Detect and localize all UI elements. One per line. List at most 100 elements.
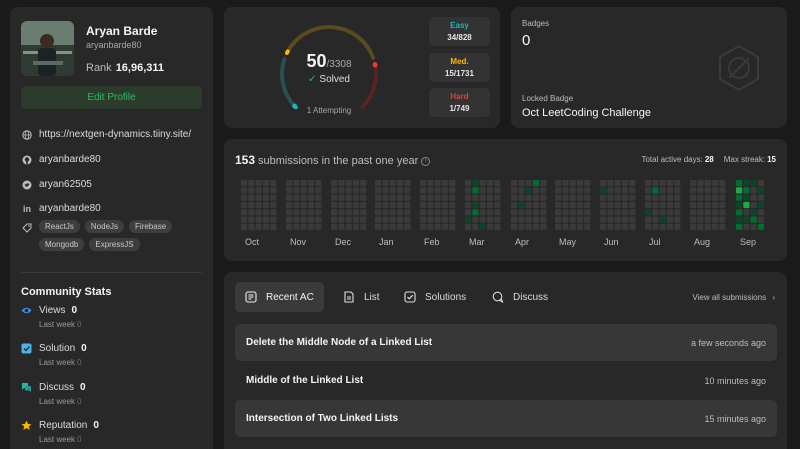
skill-chip[interactable]: ExpressJS bbox=[89, 238, 140, 251]
heatmap-cell[interactable] bbox=[262, 194, 270, 201]
heatmap-cell[interactable] bbox=[659, 201, 666, 209]
heatmap-cell[interactable] bbox=[576, 216, 584, 223]
heatmap-cell[interactable] bbox=[750, 216, 757, 223]
tab-solutions[interactable]: Solutions bbox=[394, 282, 476, 312]
heatmap-cell[interactable] bbox=[555, 187, 562, 194]
heatmap-cell[interactable] bbox=[420, 180, 427, 187]
heatmap-cell[interactable] bbox=[607, 194, 614, 201]
heatmap-cell[interactable] bbox=[255, 180, 262, 187]
heatmap-cell[interactable] bbox=[569, 216, 576, 223]
heatmap-cell[interactable] bbox=[427, 201, 434, 209]
heatmap-cell[interactable] bbox=[621, 194, 629, 201]
heatmap-cell[interactable] bbox=[652, 216, 659, 223]
heatmap-cell[interactable] bbox=[674, 194, 681, 201]
heatmap-cell[interactable] bbox=[711, 201, 719, 209]
heatmap-cell[interactable] bbox=[479, 216, 486, 223]
heatmap-cell[interactable] bbox=[532, 194, 540, 201]
heatmap-cell[interactable] bbox=[352, 209, 360, 216]
heatmap-cell[interactable] bbox=[494, 187, 501, 194]
heatmap-cell[interactable] bbox=[645, 209, 652, 216]
heatmap-cell[interactable] bbox=[666, 194, 674, 201]
heatmap-cell[interactable] bbox=[518, 194, 525, 201]
heatmap-cell[interactable] bbox=[345, 194, 352, 201]
heatmap-cell[interactable] bbox=[750, 223, 757, 230]
heatmap-cell[interactable] bbox=[434, 223, 441, 230]
heatmap-cell[interactable] bbox=[555, 216, 562, 223]
heatmap-cell[interactable] bbox=[600, 216, 607, 223]
heatmap-cell[interactable] bbox=[331, 187, 338, 194]
heatmap-cell[interactable] bbox=[719, 201, 726, 209]
heatmap-cell[interactable] bbox=[315, 201, 322, 209]
heatmap-cell[interactable] bbox=[711, 216, 719, 223]
heatmap-cell[interactable] bbox=[270, 187, 277, 194]
heatmap-cell[interactable] bbox=[576, 187, 584, 194]
heatmap-cell[interactable] bbox=[382, 201, 389, 209]
heatmap-cell[interactable] bbox=[757, 216, 765, 223]
heatmap-cell[interactable] bbox=[293, 209, 300, 216]
heatmap-cell[interactable] bbox=[389, 216, 396, 223]
heatmap-cell[interactable] bbox=[241, 223, 248, 230]
heatmap-cell[interactable] bbox=[645, 223, 652, 230]
heatmap-cell[interactable] bbox=[697, 187, 704, 194]
heatmap-cell[interactable] bbox=[375, 209, 382, 216]
heatmap-cell[interactable] bbox=[711, 194, 719, 201]
heatmap-cell[interactable] bbox=[307, 216, 315, 223]
heatmap-cell[interactable] bbox=[555, 201, 562, 209]
heatmap-cell[interactable] bbox=[614, 180, 621, 187]
heatmap-cell[interactable] bbox=[382, 187, 389, 194]
heatmap-cell[interactable] bbox=[262, 201, 270, 209]
heatmap-cell[interactable] bbox=[352, 216, 360, 223]
heatmap-cell[interactable] bbox=[434, 194, 441, 201]
heatmap-cell[interactable] bbox=[307, 209, 315, 216]
heatmap-cell[interactable] bbox=[494, 223, 501, 230]
heatmap-cell[interactable] bbox=[511, 187, 518, 194]
heatmap-cell[interactable] bbox=[382, 209, 389, 216]
heatmap-cell[interactable] bbox=[300, 194, 307, 201]
heatmap-cell[interactable] bbox=[360, 187, 367, 194]
heatmap-cell[interactable] bbox=[736, 216, 743, 223]
heatmap-cell[interactable] bbox=[555, 223, 562, 230]
heatmap-cell[interactable] bbox=[750, 187, 757, 194]
twitter-link[interactable]: aryan62505 bbox=[22, 179, 92, 190]
heatmap-cell[interactable] bbox=[248, 216, 255, 223]
heatmap-cell[interactable] bbox=[494, 209, 501, 216]
heatmap-cell[interactable] bbox=[479, 223, 486, 230]
heatmap-cell[interactable] bbox=[562, 216, 569, 223]
heatmap-cell[interactable] bbox=[449, 209, 456, 216]
heatmap-cell[interactable] bbox=[614, 223, 621, 230]
heatmap-cell[interactable] bbox=[375, 216, 382, 223]
heatmap-cell[interactable] bbox=[241, 201, 248, 209]
heatmap-cell[interactable] bbox=[562, 187, 569, 194]
heatmap-cell[interactable] bbox=[486, 216, 494, 223]
heatmap-cell[interactable] bbox=[352, 187, 360, 194]
heatmap-cell[interactable] bbox=[562, 194, 569, 201]
heatmap-cell[interactable] bbox=[307, 194, 315, 201]
heatmap-cell[interactable] bbox=[584, 209, 591, 216]
heatmap-cell[interactable] bbox=[375, 201, 382, 209]
heatmap-cell[interactable] bbox=[621, 223, 629, 230]
tab-list[interactable]: List bbox=[333, 282, 390, 312]
heatmap-cell[interactable] bbox=[532, 201, 540, 209]
heatmap-cell[interactable] bbox=[427, 180, 434, 187]
heatmap-cell[interactable] bbox=[600, 209, 607, 216]
heatmap-cell[interactable] bbox=[525, 216, 532, 223]
heatmap-cell[interactable] bbox=[331, 216, 338, 223]
heatmap-cell[interactable] bbox=[525, 180, 532, 187]
heatmap-cell[interactable] bbox=[465, 180, 472, 187]
heatmap-cell[interactable] bbox=[270, 194, 277, 201]
heatmap-cell[interactable] bbox=[659, 187, 666, 194]
heatmap-cell[interactable] bbox=[511, 180, 518, 187]
heatmap-cell[interactable] bbox=[645, 187, 652, 194]
heatmap-cell[interactable] bbox=[248, 223, 255, 230]
heatmap-cell[interactable] bbox=[389, 180, 396, 187]
heatmap-cell[interactable] bbox=[293, 223, 300, 230]
heatmap-cell[interactable] bbox=[525, 201, 532, 209]
heatmap-cell[interactable] bbox=[404, 201, 411, 209]
heatmap-cell[interactable] bbox=[621, 180, 629, 187]
tab-recent-ac[interactable]: Recent AC bbox=[235, 282, 324, 312]
heatmap-cell[interactable] bbox=[757, 209, 765, 216]
heatmap-cell[interactable] bbox=[262, 209, 270, 216]
heatmap-cell[interactable] bbox=[465, 201, 472, 209]
heatmap-cell[interactable] bbox=[293, 201, 300, 209]
heatmap-cell[interactable] bbox=[331, 180, 338, 187]
